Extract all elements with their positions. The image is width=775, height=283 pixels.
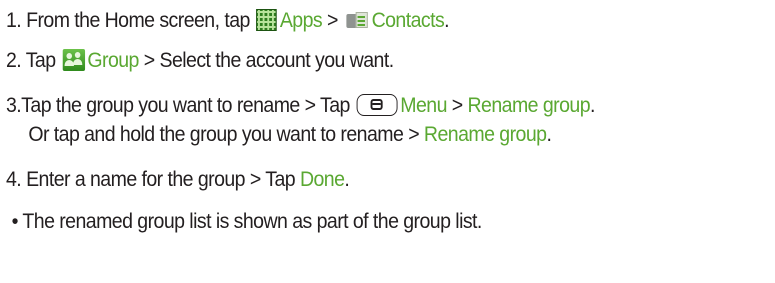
menu-key-icon xyxy=(356,94,398,116)
note: • The renamed group list is shown as par… xyxy=(11,207,483,237)
done-label: Done xyxy=(299,168,345,191)
step-text: Or tap and hold the group you want to re… xyxy=(28,123,404,146)
group-icon xyxy=(62,49,85,71)
bullet: • xyxy=(11,210,19,233)
contacts-icon xyxy=(345,10,369,30)
menu-label: Menu xyxy=(400,94,447,117)
note-text: The renamed group list is shown as part … xyxy=(22,210,482,233)
step-number: 4. xyxy=(6,168,22,191)
apps-label: Apps xyxy=(279,9,323,32)
step-3-alternative: Or tap and hold the group you want to re… xyxy=(28,120,552,150)
step-3: 3.Tap the group you want to rename > Tap… xyxy=(6,91,595,121)
separator: > xyxy=(451,94,463,117)
step-end: . xyxy=(344,168,350,191)
step-text: Tap xyxy=(265,168,296,191)
apps-grid-icon xyxy=(256,9,278,31)
step-text: Tap xyxy=(319,94,350,117)
group-label: Group xyxy=(87,49,139,72)
step-end: . xyxy=(444,9,450,32)
step-end: . xyxy=(546,123,552,146)
separator: > xyxy=(304,94,316,117)
step-text: Enter a name for the group xyxy=(26,168,245,191)
contacts-label: Contacts xyxy=(371,9,445,32)
separator: > xyxy=(408,123,420,146)
rename-group-label: Rename group xyxy=(423,123,547,146)
separator: > xyxy=(143,49,155,72)
step-end: . xyxy=(590,94,595,117)
step-number: 3. xyxy=(6,94,22,117)
step-4: 4. Enter a name for the group > Tap Done… xyxy=(6,165,350,195)
step-text: Tap the group you want to rename xyxy=(21,94,300,117)
step-number: 2. xyxy=(6,49,22,72)
separator: > xyxy=(249,168,261,191)
step-text: Tap xyxy=(25,49,56,72)
step-1: 1. From the Home screen, tap Apps > Cont… xyxy=(6,6,450,36)
step-number: 1. xyxy=(6,9,22,32)
step-text: From the Home screen, tap xyxy=(26,9,250,32)
step-2: 2. Tap Group > Select the account you wa… xyxy=(6,46,394,76)
rename-group-label: Rename group xyxy=(467,94,591,117)
step-text: Select the account you want. xyxy=(159,49,394,72)
separator: > xyxy=(326,9,338,32)
